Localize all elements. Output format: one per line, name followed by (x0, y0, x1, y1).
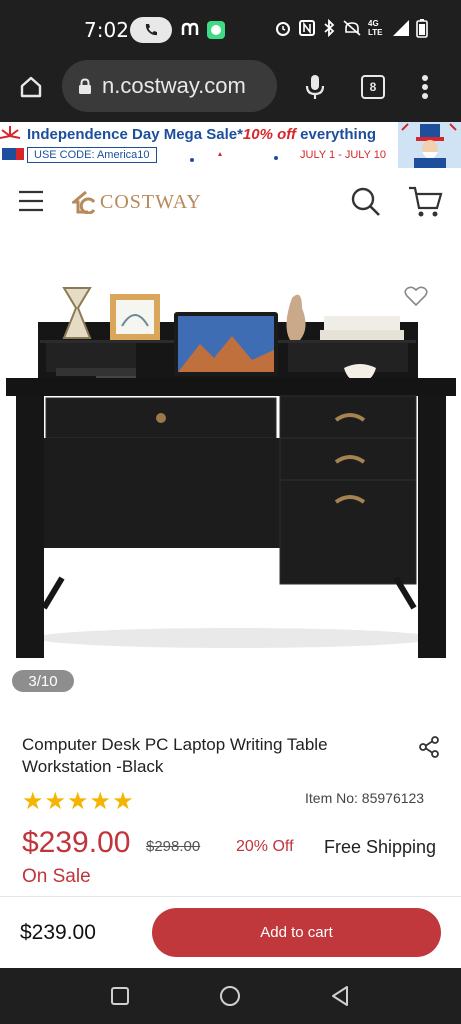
product-gallery[interactable]: 3/10 (0, 238, 461, 712)
original-price: $298.00 (146, 838, 201, 855)
promo-dates: JULY 1 - JULY 10 (300, 149, 387, 161)
star-icon: ★ (44, 788, 67, 815)
home-nav-button[interactable] (214, 980, 246, 1012)
star-icon: ★ (67, 788, 89, 815)
voice-search-button[interactable] (300, 70, 330, 104)
hamburger-icon (19, 190, 43, 212)
uncle-sam-illustration-icon (398, 122, 461, 168)
sale-status: On Sale (22, 866, 91, 887)
cart-icon (409, 186, 443, 217)
status-icons: 4G LTE (274, 18, 428, 38)
cart-bar-price: $239.00 (20, 921, 96, 944)
discount-label: 20% Off (236, 838, 294, 855)
status-bar: 7:02 4G LTE (0, 0, 461, 60)
star-icon: ★ (112, 788, 134, 815)
back-triangle-icon (332, 986, 348, 1006)
tab-switcher-button[interactable]: 8 (361, 75, 385, 99)
item-number: Item No: 85976123 (305, 790, 425, 806)
search-icon (351, 187, 380, 216)
star-icon: ★ (89, 788, 112, 815)
signal-icon (393, 20, 409, 36)
recents-button[interactable] (104, 980, 136, 1012)
current-price: $239.00 (22, 826, 131, 859)
star-icon: ★ (22, 788, 44, 815)
image-counter: 3/10 (12, 670, 74, 692)
fireworks-left-icon (0, 126, 24, 160)
product-title: Computer Desk PC Laptop Writing Table Wo… (22, 735, 328, 776)
promo-title-suffix: everything (296, 126, 377, 143)
battery-icon (416, 19, 428, 38)
system-nav-bar (0, 968, 461, 1024)
promo-banner[interactable]: Independence Day Mega Sale*10% off every… (0, 122, 461, 168)
search-button[interactable] (346, 184, 386, 220)
logo-text: COSTWAY (100, 191, 202, 213)
url-text: n.costway.com (102, 73, 246, 98)
menu-button[interactable] (14, 184, 48, 218)
product-image (6, 287, 456, 658)
call-indicator[interactable] (130, 17, 172, 43)
home-icon (20, 76, 42, 98)
sticky-cart-bar: $239.00 Add to cart (0, 896, 461, 968)
site-logo[interactable]: COSTWAY (72, 188, 202, 218)
recents-icon (111, 987, 129, 1005)
browser-toolbar: n.costway.com 8 (0, 60, 461, 122)
alarm-icon (276, 22, 290, 36)
share-button[interactable] (414, 732, 444, 762)
rating-stars[interactable]: ★ ★ ★ ★ ★ (22, 788, 134, 815)
confetti-decoration-icon (190, 152, 278, 162)
shipping-label: Free Shipping (324, 837, 437, 857)
lock-icon (79, 78, 91, 94)
add-to-cart-button[interactable]: Add to cart (152, 908, 441, 957)
promo-title-prefix: Independence Day Mega Sale* (27, 126, 243, 143)
home-circle-icon (220, 986, 240, 1006)
share-icon (419, 736, 439, 758)
promo-title: Independence Day Mega Sale*10% off every… (27, 126, 376, 143)
mute-icon (343, 20, 361, 36)
microphone-icon (305, 75, 325, 99)
more-vert-icon (422, 75, 428, 99)
back-button[interactable] (324, 980, 356, 1012)
phone-icon (145, 24, 157, 36)
chat-notification-icon (207, 21, 225, 39)
costway-logo-icon (72, 190, 96, 214)
bluetooth-icon (324, 19, 335, 37)
cart-button[interactable] (404, 182, 446, 220)
app-notification-icon (181, 22, 199, 35)
status-time: 7:02 (84, 18, 129, 42)
network-type: 4G LTE (368, 19, 383, 37)
address-bar[interactable]: n.costway.com (62, 60, 277, 112)
nfc-icon (299, 20, 315, 36)
home-button[interactable] (14, 70, 48, 104)
promo-code: USE CODE: America10 (27, 147, 157, 163)
promo-highlight: 10% off (242, 126, 296, 143)
browser-menu-button[interactable] (414, 70, 436, 104)
site-header: COSTWAY (0, 168, 461, 238)
